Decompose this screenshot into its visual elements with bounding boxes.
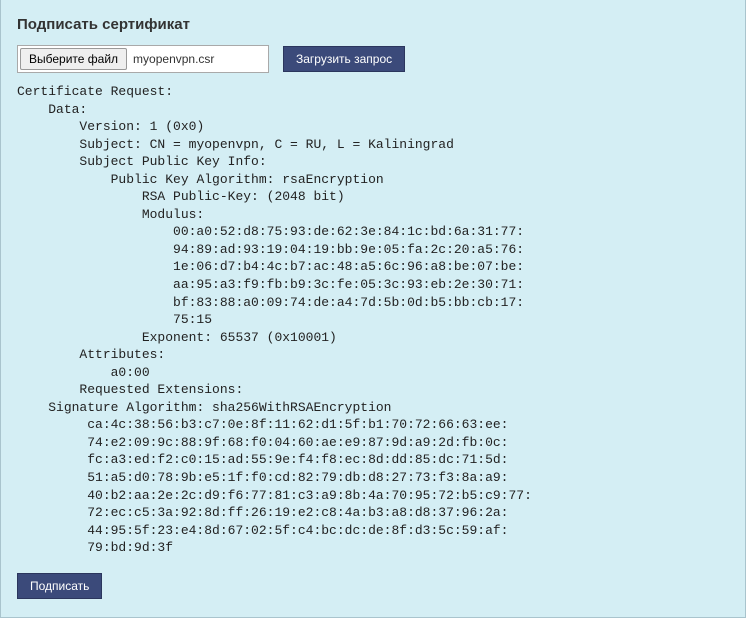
file-selected-name: myopenvpn.csr: [129, 52, 214, 66]
upload-row: Выберите файл myopenvpn.csr Загрузить за…: [17, 45, 729, 73]
page-title: Подписать сертификат: [17, 16, 729, 33]
sign-button[interactable]: Подписать: [17, 573, 102, 599]
load-request-button[interactable]: Загрузить запрос: [283, 46, 405, 72]
file-choose-button[interactable]: Выберите файл: [20, 48, 127, 70]
certificate-request-text: Certificate Request: Data: Version: 1 (0…: [17, 83, 729, 557]
sign-certificate-panel: Подписать сертификат Выберите файл myope…: [0, 0, 746, 618]
file-chooser[interactable]: Выберите файл myopenvpn.csr: [17, 45, 269, 73]
